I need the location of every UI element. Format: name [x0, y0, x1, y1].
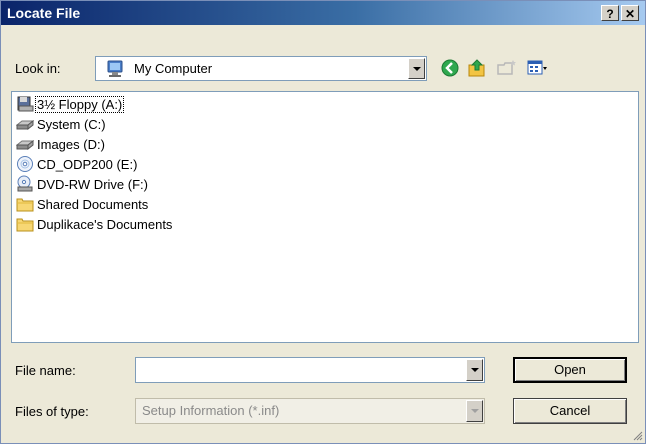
- close-button[interactable]: ✕: [621, 5, 639, 21]
- hard-drive-icon: [16, 119, 34, 131]
- up-folder-icon[interactable]: [466, 57, 488, 79]
- list-item[interactable]: CD_ODP200 (E:): [16, 154, 138, 174]
- files-of-type-value: Setup Information (*.inf): [142, 403, 280, 418]
- look-in-combo[interactable]: My Computer: [95, 56, 427, 81]
- list-item[interactable]: 3½ Floppy (A:): [16, 94, 125, 114]
- item-label: 3½ Floppy (A:): [34, 95, 125, 113]
- view-menu-icon[interactable]: [526, 57, 548, 79]
- item-label: Shared Documents: [37, 196, 149, 212]
- hard-drive-icon: [16, 139, 34, 151]
- list-item[interactable]: Images (D:): [16, 134, 106, 154]
- dialog-title: Locate File: [7, 5, 81, 21]
- item-label: System (C:): [37, 116, 106, 132]
- list-item[interactable]: DVD-RW Drive (F:): [16, 174, 149, 194]
- cancel-button[interactable]: Cancel: [513, 398, 627, 424]
- look-in-label: Look in:: [15, 61, 61, 76]
- title-bar: Locate File ? ✕: [1, 1, 645, 25]
- look-in-dropdown-button[interactable]: [408, 58, 425, 79]
- new-folder-icon[interactable]: [496, 57, 518, 79]
- file-name-label: File name:: [15, 363, 76, 378]
- item-label: CD_ODP200 (E:): [37, 156, 138, 172]
- list-item[interactable]: Duplikace's Documents: [16, 214, 173, 234]
- open-button[interactable]: Open: [513, 357, 627, 383]
- back-icon[interactable]: [439, 57, 461, 79]
- dvd-drive-icon: [17, 175, 33, 192]
- item-label: DVD-RW Drive (F:): [37, 176, 148, 192]
- help-button[interactable]: ?: [601, 5, 619, 21]
- item-label: Images (D:): [37, 136, 105, 152]
- file-name-input[interactable]: [138, 360, 462, 380]
- locate-file-dialog: Locate File ? ✕ Look in: My Computer 3½ …: [0, 0, 646, 444]
- list-item[interactable]: System (C:): [16, 114, 107, 134]
- list-item[interactable]: Shared Documents: [16, 194, 149, 214]
- files-of-type-label: Files of type:: [15, 404, 89, 419]
- folder-icon: [16, 218, 34, 232]
- item-label: Duplikace's Documents: [37, 216, 173, 232]
- files-of-type-label-text: Files of type:: [15, 404, 89, 419]
- file-name-label-text: File name:: [15, 363, 76, 378]
- open-button-label: Open: [554, 362, 586, 377]
- my-computer-icon: [107, 60, 123, 77]
- cancel-button-label: Cancel: [549, 403, 591, 418]
- cd-drive-icon: [17, 156, 33, 172]
- look-in-value: My Computer: [134, 61, 213, 76]
- files-of-type-combo[interactable]: Setup Information (*.inf): [135, 398, 485, 424]
- resize-grip-icon[interactable]: [631, 429, 643, 441]
- file-name-dropdown-button[interactable]: [466, 359, 483, 381]
- files-of-type-dropdown-button[interactable]: [466, 400, 483, 422]
- look-in-label-text: Look in:: [15, 61, 61, 76]
- folder-icon: [16, 198, 34, 212]
- floppy-icon: [17, 96, 34, 112]
- file-name-combo[interactable]: [135, 357, 485, 383]
- file-list[interactable]: 3½ Floppy (A:) System (C:) Images (D:) C…: [11, 91, 639, 343]
